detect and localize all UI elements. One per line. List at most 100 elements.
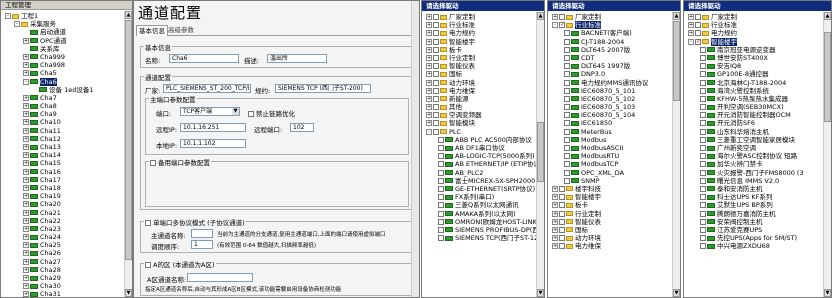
desc-input[interactable]: 温出所 <box>267 54 327 63</box>
driver-item[interactable]: 开元消防智能控制器OCM <box>686 111 825 119</box>
checkbox-icon[interactable] <box>564 63 570 70</box>
checkbox-icon[interactable] <box>438 194 444 201</box>
tree-item[interactable]: + Cha29 <box>5 274 123 282</box>
collapse-icon[interactable]: - <box>426 128 432 135</box>
expand-icon[interactable]: + <box>23 37 29 44</box>
driver-item[interactable]: 富士MICREX-SX-SPH2000 <box>424 177 538 185</box>
driver-item[interactable]: CJ-T188-2004 <box>550 38 674 46</box>
scroll-down-icon[interactable]: ▼ <box>125 289 132 297</box>
driver-item[interactable]: 电力规约MMS通讯协议 <box>550 79 674 87</box>
driver-item[interactable]: BACNET(客户端) <box>550 29 674 37</box>
tree-item[interactable]: + Cha13 <box>5 143 123 151</box>
expand-icon[interactable]: + <box>23 53 29 60</box>
checkbox-icon[interactable] <box>564 54 570 61</box>
checkbox-icon[interactable] <box>564 87 570 94</box>
checkbox-icon[interactable] <box>438 202 444 209</box>
checkbox-icon[interactable] <box>433 79 439 86</box>
driver-item[interactable]: + 动力环境 <box>550 234 674 242</box>
driver-item[interactable]: 曙光信息 IMMS V2.0 <box>686 177 825 185</box>
expand-icon[interactable]: + <box>426 63 432 70</box>
expand-icon[interactable]: + <box>552 235 558 242</box>
driver-item[interactable]: ModbusRTU <box>550 152 674 160</box>
driver-item[interactable]: KFHW-5热泵热水集成器 <box>686 95 825 103</box>
driver-item[interactable]: + 电力维保 <box>550 242 674 250</box>
tree-item[interactable]: + Cha31 <box>5 290 123 297</box>
expand-icon[interactable]: + <box>23 160 29 167</box>
expand-icon[interactable]: + <box>552 202 558 209</box>
checkbox-icon[interactable] <box>700 71 706 78</box>
scroll-down-icon[interactable]: ▼ <box>673 289 680 297</box>
driver-item[interactable]: CDT <box>550 54 674 62</box>
collapse-icon[interactable]: - <box>5 13 11 19</box>
expand-icon[interactable]: + <box>23 250 29 257</box>
checkbox-icon[interactable] <box>700 87 706 94</box>
expand-icon[interactable]: + <box>23 193 29 200</box>
checkbox-icon[interactable] <box>700 54 706 61</box>
driver-item[interactable]: 北京海林CJ-T188-2004 <box>686 79 825 87</box>
checkbox-icon[interactable] <box>564 104 570 111</box>
driver-item[interactable]: 安荣阀控制主机 <box>686 218 825 226</box>
driver-item[interactable]: DLT645 2007版 <box>550 46 674 54</box>
remote-port-input[interactable]: 102 <box>290 123 314 132</box>
driver-item[interactable]: + 智能模块 <box>424 119 538 127</box>
driver-item[interactable]: IEC60870_5_104 <box>550 111 674 119</box>
checkbox-box[interactable] <box>248 111 254 117</box>
driver-item[interactable]: 江苏爱克赛UPS <box>686 226 825 234</box>
expand-icon[interactable]: + <box>552 218 558 225</box>
scroll-up-icon[interactable]: ▲ <box>125 11 132 19</box>
expand-icon[interactable]: + <box>23 266 29 273</box>
collapse-icon[interactable]: - <box>23 78 29 85</box>
driver-item[interactable]: + 行业标准 <box>424 21 538 29</box>
checkbox-icon[interactable] <box>564 161 570 168</box>
tree-item[interactable]: + Cha16 <box>5 168 123 176</box>
expand-icon[interactable]: + <box>688 22 694 29</box>
driver-item[interactable]: IEC61850 <box>550 119 674 127</box>
expand-icon[interactable]: + <box>426 120 432 127</box>
checkbox-icon[interactable] <box>433 128 439 135</box>
checkbox-icon[interactable] <box>433 22 439 29</box>
driver-item[interactable]: + 动力环境 <box>424 79 538 87</box>
expand-icon[interactable]: + <box>552 194 558 201</box>
driver-item[interactable]: - ✓ 智能楼宇 <box>686 37 825 46</box>
expand-icon[interactable]: + <box>552 14 558 20</box>
checkbox-icon[interactable] <box>700 243 706 250</box>
collapse-icon[interactable]: - <box>552 22 558 29</box>
checkbox-icon[interactable] <box>438 153 444 160</box>
checkbox-icon[interactable] <box>559 202 565 209</box>
driver-item[interactable]: + 行业标准 <box>686 21 825 29</box>
protocol-input[interactable]: SIEMENS TCP (西门子ST-200) <box>275 84 371 93</box>
tree-item[interactable]: + Cha22 <box>5 217 123 225</box>
single-port-checkbox[interactable] <box>145 220 151 226</box>
checkbox-icon[interactable] <box>564 71 570 78</box>
expand-icon[interactable]: + <box>426 95 432 102</box>
driver-item[interactable]: SIEMENS PROFIBUS-DP(西门 <box>424 226 538 234</box>
driver-item[interactable]: + 国标 <box>424 70 538 78</box>
driver-item[interactable]: + 智能楼宇 <box>550 193 674 201</box>
port-select[interactable]: TCP客户端 ▼ <box>180 107 240 116</box>
checkbox-icon[interactable] <box>700 112 706 119</box>
checkbox-icon[interactable] <box>433 87 439 94</box>
driver-item[interactable]: + 智能仪表 <box>424 62 538 70</box>
expand-icon[interactable]: + <box>552 243 558 250</box>
checkbox-icon[interactable] <box>438 177 444 184</box>
driver-item[interactable]: 艾默生UPS BP系列 <box>686 201 825 209</box>
local-ip-input[interactable]: 10.1.1.102 <box>180 139 246 148</box>
expand-icon[interactable]: + <box>552 226 558 233</box>
tree-item[interactable]: 启动通道 <box>5 28 123 36</box>
tree-item[interactable]: + Cha21 <box>5 209 123 217</box>
checkbox-icon[interactable] <box>564 79 570 86</box>
expand-icon[interactable]: + <box>23 70 29 77</box>
expand-icon[interactable]: + <box>552 185 558 192</box>
driver-item[interactable]: SNMP <box>550 177 674 185</box>
checkbox-icon[interactable] <box>438 161 444 168</box>
expand-icon[interactable]: + <box>23 225 29 232</box>
checkbox-icon[interactable] <box>433 38 439 45</box>
checkbox-icon[interactable] <box>433 120 439 127</box>
a-mode-checkbox[interactable] <box>145 262 151 268</box>
driver-item[interactable]: + 电力规约 <box>686 29 825 37</box>
expand-icon[interactable]: + <box>23 217 29 224</box>
checkbox-icon[interactable] <box>700 136 706 143</box>
scroll-thumb[interactable] <box>824 32 831 122</box>
driver-item[interactable]: DLT645 1997版 <box>550 62 674 70</box>
checkbox-icon[interactable] <box>564 95 570 102</box>
